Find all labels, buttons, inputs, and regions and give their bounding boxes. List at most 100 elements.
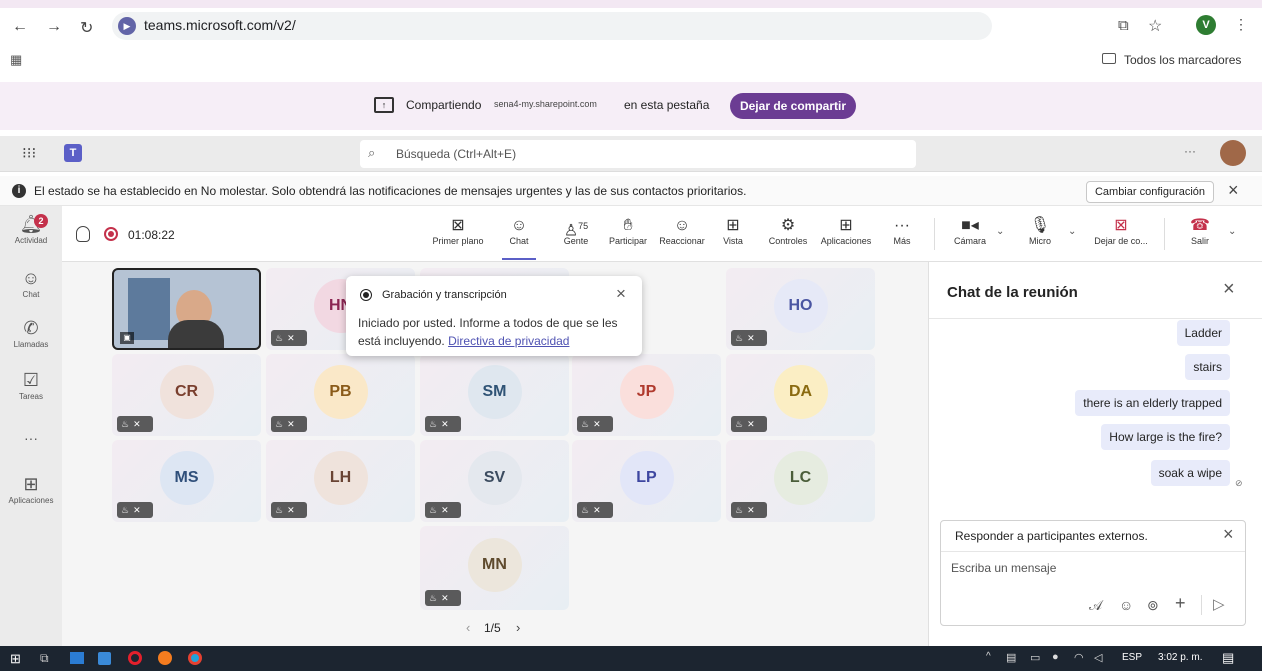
rail-more-button[interactable]: ··· xyxy=(0,430,62,446)
close-icon[interactable]: × xyxy=(1223,278,1235,301)
dnd-notice-bar: i El estado se ha establecido en No mole… xyxy=(0,176,1262,206)
rail-item-tasks[interactable]: ☑ Tareas xyxy=(0,370,62,401)
tray-expand-icon[interactable]: ^ xyxy=(986,651,991,662)
close-icon[interactable]: × xyxy=(1223,524,1234,545)
stop-share-toolbar-button[interactable]: ⊠ Dejar de co... xyxy=(1086,216,1156,246)
task-view-icon[interactable]: ⧉ xyxy=(40,651,49,666)
tray-battery-icon[interactable]: ▭ xyxy=(1030,651,1040,664)
profile-avatar[interactable]: V xyxy=(1196,15,1216,35)
chat-message[interactable]: Ladder xyxy=(1176,320,1230,346)
all-bookmarks-link[interactable]: Todos los marcadores xyxy=(1124,53,1241,67)
emoji-icon[interactable]: ☺ xyxy=(1119,597,1133,613)
chat-message[interactable]: there is an elderly trapped xyxy=(1075,390,1230,416)
apps-button[interactable]: ⊞ Aplicaciones xyxy=(816,216,876,246)
add-icon[interactable]: + xyxy=(1175,593,1186,614)
rail-label-tasks: Tareas xyxy=(18,392,43,401)
camera-button[interactable]: ■◂ Cámara xyxy=(950,216,990,246)
taskbar-clock[interactable]: 3:02 p. m. xyxy=(1158,652,1202,663)
participant-tile[interactable]: MS ♨✕ xyxy=(112,440,261,522)
loop-icon[interactable]: ⊚ xyxy=(1147,597,1159,614)
tray-mic-icon[interactable]: ● xyxy=(1052,651,1059,663)
chevron-down-icon[interactable]: ⌄ xyxy=(1068,226,1076,237)
rail-item-calls[interactable]: ✆ Llamadas xyxy=(0,318,62,349)
controls-button[interactable]: ⚙ Controles xyxy=(762,216,814,246)
browser-menu-icon[interactable]: ⋮ xyxy=(1234,16,1248,33)
chat-button[interactable]: ☺ Chat xyxy=(502,216,536,260)
participant-tile[interactable]: HO ♨✕ xyxy=(726,268,875,350)
mic-button[interactable]: 🎙︎ Micro xyxy=(1020,216,1060,246)
more-button[interactable]: ··· Más xyxy=(888,216,916,246)
leave-button[interactable]: ☎ Salir xyxy=(1178,216,1222,246)
rail-label-chat: Chat xyxy=(22,290,40,299)
url-text[interactable]: teams.microsoft.com/v2/ xyxy=(144,17,296,33)
apps-grid-icon[interactable]: ▦ xyxy=(10,52,22,68)
windows-start-icon[interactable]: ⊞ xyxy=(10,651,21,667)
participant-tile[interactable]: SV ♨✕ xyxy=(420,440,569,522)
muted-mic-icon: ♨✕ xyxy=(271,416,307,432)
send-icon[interactable]: ▷ xyxy=(1213,595,1225,613)
file-explorer-icon[interactable] xyxy=(70,652,84,664)
chat-message[interactable]: How large is the fire? xyxy=(1101,424,1230,450)
more-options-icon[interactable]: ··· xyxy=(1184,144,1196,158)
chevron-down-icon[interactable]: ⌄ xyxy=(1228,226,1236,237)
rail-item-chat[interactable]: ☺ Chat xyxy=(0,268,62,299)
app-launcher-icon[interactable]: ⁝⁝⁝ xyxy=(22,144,36,162)
tray-volume-icon[interactable]: ◁ xyxy=(1094,651,1102,664)
self-video-tile[interactable]: ▣ xyxy=(112,268,261,350)
participant-tile[interactable]: PB ♨✕ xyxy=(266,354,415,436)
tray-wifi-icon[interactable]: ◠ xyxy=(1074,651,1084,664)
participant-tile[interactable]: LH ♨✕ xyxy=(266,440,415,522)
user-avatar[interactable] xyxy=(1220,140,1246,166)
spotlight-button[interactable]: ⊠ Primer plano xyxy=(432,216,484,246)
view-button[interactable]: ⊞ Vista xyxy=(718,216,748,246)
muted-mic-icon: ♨✕ xyxy=(731,330,767,346)
format-icon[interactable]: 𝒜 xyxy=(1089,597,1102,614)
search-placeholder[interactable]: Búsqueda (Ctrl+Alt+E) xyxy=(396,147,516,161)
reload-icon[interactable]: ↻ xyxy=(80,18,93,38)
store-icon[interactable] xyxy=(98,652,111,665)
close-icon[interactable]: × xyxy=(616,284,626,304)
participant-avatar: MN xyxy=(467,538,522,592)
spotlight-label: Primer plano xyxy=(432,236,484,246)
chrome-icon[interactable] xyxy=(188,651,202,665)
people-button[interactable]: ♙75 Gente xyxy=(554,216,598,246)
chat-message[interactable]: stairs xyxy=(1185,354,1230,380)
participant-tile[interactable]: CR ♨✕ xyxy=(112,354,261,436)
react-button[interactable]: ☺ Reaccionar xyxy=(656,216,708,246)
close-icon[interactable]: × xyxy=(1228,180,1239,201)
stop-sharing-button[interactable]: Dejar de compartir xyxy=(730,93,856,119)
view-label: Vista xyxy=(723,236,743,246)
muted-mic-icon: ♨✕ xyxy=(577,416,613,432)
teams-search-box[interactable]: ⌕ Búsqueda (Ctrl+Alt+E) xyxy=(360,140,916,168)
forward-icon[interactable]: → xyxy=(46,18,62,36)
back-icon[interactable]: ← xyxy=(12,18,28,36)
tray-network-icon[interactable]: ▤ xyxy=(1006,651,1016,664)
bookmark-star-icon[interactable]: ☆ xyxy=(1148,16,1162,36)
chevron-right-icon[interactable]: › xyxy=(516,620,520,635)
chevron-down-icon[interactable]: ⌄ xyxy=(996,226,1004,237)
raise-hand-button[interactable]: ✋︎ Participar xyxy=(604,216,652,246)
seen-icon: ⊘ xyxy=(1235,478,1243,488)
notifications-icon[interactable]: ▤ xyxy=(1222,650,1234,666)
participant-tile[interactable]: SM ♨✕ xyxy=(420,354,569,436)
chat-message[interactable]: soak a wipe xyxy=(1150,460,1230,486)
rail-item-activity[interactable]: 🔔︎ Actividad xyxy=(0,214,62,245)
site-info-icon[interactable]: ▶ xyxy=(118,17,136,35)
rail-item-apps[interactable]: ⊞ Aplicaciones xyxy=(0,474,62,505)
participant-tile[interactable]: LC ♨✕ xyxy=(726,440,875,522)
privacy-policy-link[interactable]: Directiva de privacidad xyxy=(448,334,569,348)
participant-tile[interactable]: LP ♨✕ xyxy=(572,440,721,522)
controls-label: Controles xyxy=(768,236,808,246)
participant-tile[interactable]: DA ♨✕ xyxy=(726,354,875,436)
opera-icon[interactable] xyxy=(128,651,142,665)
chat-icon: ☺ xyxy=(510,217,528,234)
muted-mic-icon: ♨✕ xyxy=(425,502,461,518)
message-input[interactable]: Escriba un mensaje xyxy=(951,561,1056,575)
chevron-left-icon[interactable]: ‹ xyxy=(466,620,470,635)
cast-icon[interactable]: ⧉ xyxy=(1118,17,1129,34)
participant-tile[interactable]: JP ♨✕ xyxy=(572,354,721,436)
firefox-icon[interactable] xyxy=(158,651,172,665)
participant-tile[interactable]: MN ♨✕ xyxy=(420,526,569,610)
change-settings-button[interactable]: Cambiar configuración xyxy=(1086,181,1214,203)
language-indicator[interactable]: ESP xyxy=(1122,652,1142,663)
